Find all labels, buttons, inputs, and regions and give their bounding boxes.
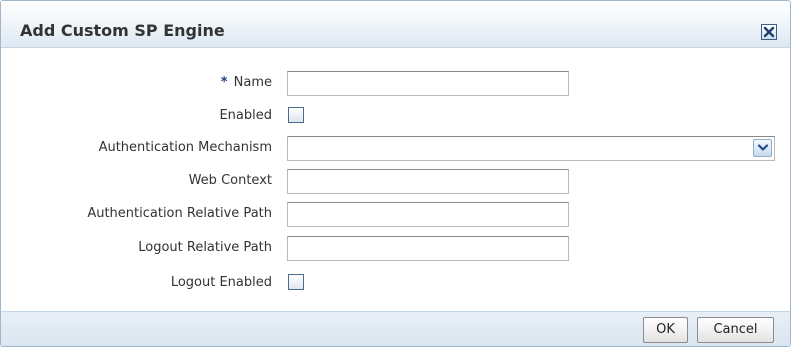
logout-enabled-label: Logout Enabled <box>170 275 272 290</box>
enabled-checkbox[interactable] <box>288 107 304 123</box>
enabled-label: Enabled <box>219 108 272 123</box>
auth-mechanism-label: Authentication Mechanism <box>98 140 272 155</box>
dialog-titlebar: Add Custom SP Engine <box>1 1 790 48</box>
auth-mechanism-row: Authentication Mechanism <box>1 136 790 161</box>
dialog-footer: OK Cancel <box>1 311 790 346</box>
close-button[interactable] <box>761 24 777 40</box>
add-custom-sp-engine-dialog: Add Custom SP Engine * Name Enabled Auth… <box>0 0 791 347</box>
logout-relative-path-input[interactable] <box>287 236 569 261</box>
web-context-input[interactable] <box>287 169 569 194</box>
name-label-text: Name <box>233 75 272 90</box>
auth-relative-path-row: Authentication Relative Path <box>1 202 790 227</box>
name-row: * Name <box>1 71 790 96</box>
ok-button[interactable]: OK <box>643 317 688 343</box>
required-marker: * <box>220 75 228 90</box>
auth-relative-path-label: Authentication Relative Path <box>87 206 272 221</box>
auth-mechanism-select[interactable] <box>287 136 775 161</box>
enabled-row: Enabled <box>1 105 790 129</box>
auth-mechanism-dropdown-button[interactable] <box>753 139 772 157</box>
logout-relative-path-label: Logout Relative Path <box>138 240 272 255</box>
cancel-button[interactable]: Cancel <box>697 317 774 343</box>
auth-relative-path-input[interactable] <box>287 202 569 227</box>
dialog-title: Add Custom SP Engine <box>20 21 225 40</box>
logout-enabled-row: Logout Enabled <box>1 272 790 296</box>
close-icon <box>763 26 775 38</box>
logout-enabled-checkbox[interactable] <box>288 274 304 290</box>
web-context-label: Web Context <box>188 173 272 188</box>
name-label: * Name <box>221 75 272 90</box>
logout-relative-path-row: Logout Relative Path <box>1 236 790 261</box>
chevron-down-icon <box>757 144 768 151</box>
web-context-row: Web Context <box>1 169 790 194</box>
name-input[interactable] <box>287 71 569 96</box>
